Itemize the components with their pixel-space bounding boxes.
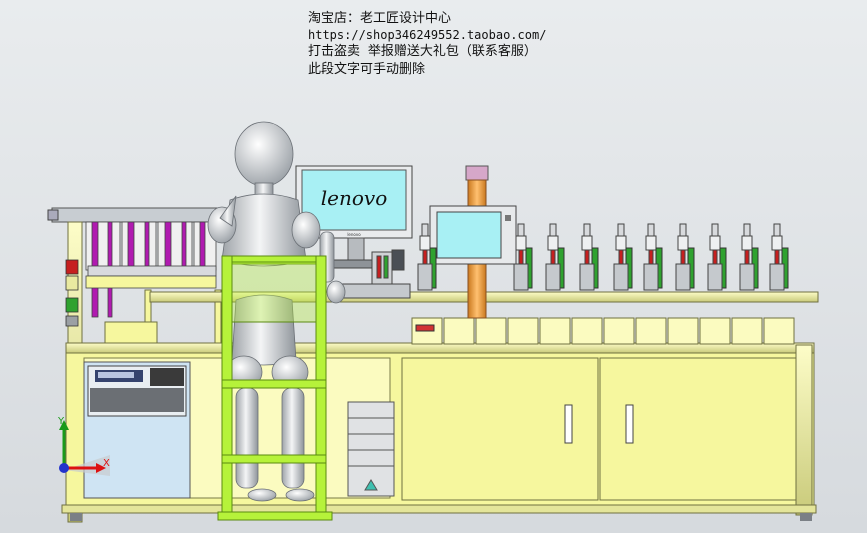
x-axis-label: X xyxy=(103,458,110,469)
fixture-part xyxy=(769,263,785,291)
fixture-part xyxy=(547,235,559,251)
y-axis-label: Y xyxy=(57,416,65,427)
fixture-part xyxy=(613,263,629,291)
fixture-part xyxy=(707,263,723,291)
fixture-part xyxy=(643,263,659,291)
fixture-part xyxy=(771,235,783,251)
fixture-part xyxy=(743,223,751,237)
machine-drawing: lenovo lenovo Y X xyxy=(47,121,819,523)
fixture-station xyxy=(613,223,633,291)
fixture-part xyxy=(422,249,428,265)
fixture-part xyxy=(617,223,625,237)
control-panel xyxy=(83,361,191,499)
fixture-part xyxy=(709,235,721,251)
drawer-stack xyxy=(347,401,395,497)
monitor-bezel-brand: lenovo xyxy=(347,232,361,237)
fixture-part xyxy=(675,263,691,291)
fixture-part xyxy=(680,249,686,265)
fixture-part xyxy=(739,263,755,291)
fixture-part xyxy=(615,235,627,251)
fixture-part xyxy=(773,223,781,237)
fixture-part xyxy=(581,235,593,251)
fixture-part xyxy=(774,249,780,265)
fixture-part xyxy=(515,235,527,251)
fixture-part xyxy=(648,249,654,265)
fixture-part xyxy=(584,249,590,265)
fixture-part xyxy=(518,249,524,265)
fixture-part xyxy=(679,223,687,237)
fixture-part xyxy=(618,249,624,265)
fixture-part xyxy=(550,249,556,265)
door-handle-right[interactable] xyxy=(625,404,634,444)
fixture-part xyxy=(645,235,657,251)
fixture-part xyxy=(579,263,595,291)
door-handle-left[interactable] xyxy=(564,404,573,444)
fixture-part xyxy=(417,263,433,291)
fixture-part xyxy=(513,263,529,291)
fixture-part xyxy=(549,223,557,237)
fixture-station xyxy=(739,223,759,291)
monitor-brand-logo: lenovo xyxy=(321,186,388,210)
fixture-part xyxy=(712,249,718,265)
fixture-part xyxy=(583,223,591,237)
fixture-station xyxy=(675,223,695,291)
fixture-station xyxy=(769,223,789,291)
hmi-touchscreen[interactable] xyxy=(429,205,517,265)
fixture-station xyxy=(579,223,599,291)
fixture-part xyxy=(744,249,750,265)
fixture-part xyxy=(421,223,429,237)
fixture-part xyxy=(545,263,561,291)
fixture-part xyxy=(419,235,431,251)
fixture-part xyxy=(741,235,753,251)
fixture-station xyxy=(545,223,565,291)
fixture-station xyxy=(707,223,727,291)
fixture-part xyxy=(517,223,525,237)
tray-box xyxy=(104,321,158,345)
fixture-part xyxy=(677,235,689,251)
fixture-part xyxy=(711,223,719,237)
fixture-station xyxy=(643,223,663,291)
fixture-station xyxy=(513,223,533,291)
cad-drawing-canvas: 淘宝店：老工匠设计中心 https://shop346249552.taobao… xyxy=(0,0,867,533)
fixture-part xyxy=(647,223,655,237)
